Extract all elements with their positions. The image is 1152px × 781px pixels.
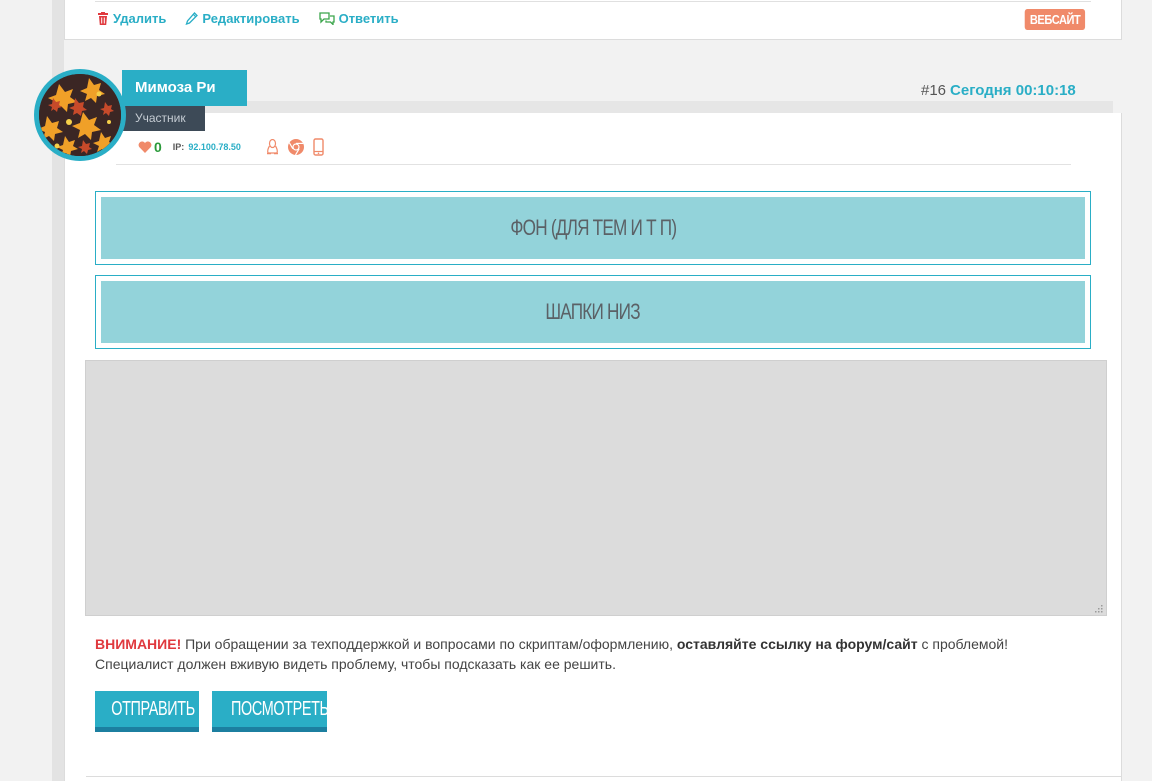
linux-icon (267, 139, 278, 155)
avatar[interactable] (34, 69, 126, 161)
user-role: Участник (122, 106, 205, 131)
username[interactable]: Мимоза Ри (122, 70, 247, 106)
reply-textarea[interactable] (85, 360, 1107, 616)
preview-label: ПОСМОТРЕТЬ (230, 697, 329, 720)
preview-button[interactable]: ПОСМОТРЕТЬ (212, 691, 329, 732)
post-number-date: #16 Сегодня 00:10:18 (921, 82, 1076, 99)
likes-count: 0 (154, 139, 162, 155)
delete-label: Удалить (113, 11, 167, 26)
reply-button[interactable]: Ответить (318, 11, 399, 26)
trash-icon (98, 12, 108, 25)
category-label: ШАПКИ НИЗ (545, 299, 641, 324)
website-badge[interactable]: ВЕБСАЙТ (1024, 9, 1085, 30)
post-meta: 0 IP: 92.100.78.50 (138, 139, 241, 155)
bottom-divider (86, 776, 1122, 777)
category-fill: ФОН (ДЛЯ ТЕМ И Т П) (101, 197, 1085, 259)
chrome-icon (288, 139, 304, 156)
category-fill: ШАПКИ НИЗ (101, 281, 1085, 343)
likes[interactable]: 0 (138, 139, 162, 155)
client-icons (266, 138, 324, 156)
chat-icon (318, 12, 335, 25)
heart-icon (138, 141, 152, 153)
post-date[interactable]: Сегодня 00:10:18 (950, 82, 1076, 99)
notice-text: При обращении за техподдержкой и вопроса… (181, 636, 677, 652)
ip-address[interactable]: 92.100.78.50 (188, 142, 241, 152)
support-notice: ВНИМАНИЕ! При обращении за техподдержкой… (95, 634, 1085, 674)
divider (95, 1, 1091, 2)
pencil-icon (185, 12, 199, 25)
send-button[interactable]: ОТПРАВИТЬ (95, 691, 199, 732)
notice-warning: ВНИМАНИЕ! (95, 636, 182, 652)
reply-label: Ответить (338, 11, 399, 26)
send-label: ОТПРАВИТЬ (111, 697, 195, 720)
ip-label: IP: (172, 142, 185, 152)
edit-label: Редактировать (202, 11, 300, 26)
delete-button[interactable]: Удалить (97, 11, 166, 26)
post-actions: Удалить Редактировать Ответить (97, 11, 399, 26)
category-label: ФОН (ДЛЯ ТЕМ И Т П) (510, 215, 677, 240)
avatar-image (39, 74, 121, 156)
meta-divider (116, 164, 1071, 165)
category-button-background[interactable]: ФОН (ДЛЯ ТЕМ И Т П) (95, 191, 1091, 265)
previous-post-footer: Удалить Редактировать Ответить ВЕБСАЙТ (64, 0, 1122, 40)
post-number[interactable]: #16 (921, 82, 946, 99)
category-button-headers-bottom[interactable]: ШАПКИ НИЗ (95, 275, 1091, 349)
notice-bold: оставляйте ссылку на форум/сайт (676, 636, 918, 652)
edit-button[interactable]: Редактировать (185, 11, 300, 26)
mobile-icon (313, 138, 324, 156)
